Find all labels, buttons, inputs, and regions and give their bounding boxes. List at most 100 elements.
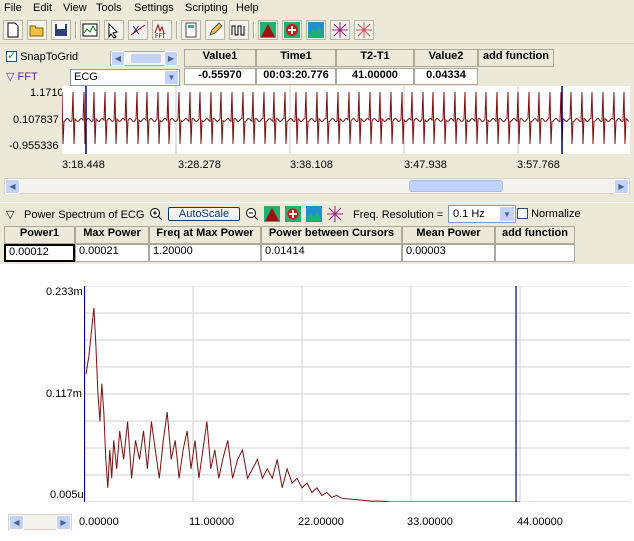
- menu-tools[interactable]: Tools: [96, 2, 122, 14]
- freq-resolution-label: Freq. Resolution =: [353, 209, 444, 221]
- menu-bar: File Edit View Tools Settings Scripting …: [0, 0, 634, 17]
- add-target-icon[interactable]: [282, 20, 302, 40]
- pulse-icon[interactable]: [229, 20, 249, 40]
- ecg-x-tick-2: 3:38.108: [290, 159, 333, 171]
- header-mean-power: Mean Power: [402, 226, 495, 244]
- spectrum-x-tick-1: 11.00000: [189, 516, 235, 528]
- spectrum-y-tick-top: 0.233m: [46, 286, 83, 298]
- spectrum-icon[interactable]: [306, 20, 326, 40]
- max-power-cell[interactable]: 0.00021: [75, 244, 149, 262]
- ecg-y-tick-mid: 0.107837: [13, 114, 59, 126]
- channel-select[interactable]: ECG ▼: [70, 69, 180, 86]
- scroll-right-icon[interactable]: ▶: [164, 51, 178, 66]
- header-t2-t1: T2-T1: [336, 49, 414, 67]
- new-icon[interactable]: [3, 20, 23, 40]
- chevron-down-icon[interactable]: ▼: [164, 70, 179, 85]
- toolbar-separator: [176, 21, 178, 39]
- header-add-function[interactable]: add function: [478, 49, 554, 67]
- header-value1: Value1: [184, 49, 256, 67]
- ecg-y-tick-bottom: -0.955336: [9, 140, 59, 152]
- header-time1: Time1: [256, 49, 336, 67]
- chart-icon[interactable]: [80, 20, 100, 40]
- add-target-icon[interactable]: [285, 206, 301, 222]
- add-function-cell[interactable]: [495, 244, 575, 262]
- top-measurement-bar: SnapToGrid ◀ ▶ Value1 Time1 T2-T1 Value2…: [2, 48, 632, 86]
- marker-icon[interactable]: [354, 20, 374, 40]
- zoom-out-icon[interactable]: [245, 207, 259, 221]
- menu-file[interactable]: File: [4, 2, 22, 14]
- pencil-icon[interactable]: [205, 20, 225, 40]
- scroll-left-icon[interactable]: ◀: [5, 179, 20, 194]
- value2-cell: 0.04334: [414, 68, 478, 85]
- header-power1: Power1: [4, 226, 75, 244]
- open-icon[interactable]: [27, 20, 47, 40]
- cursor-tool-icon[interactable]: [104, 20, 124, 40]
- fft-icon[interactable]: FFT: [152, 20, 172, 40]
- time1-cell: 00:03:20.776: [256, 68, 336, 85]
- channel-select-value: ECG: [74, 71, 98, 83]
- svg-text:X: X: [132, 24, 140, 37]
- scroll-right-icon[interactable]: ▶: [614, 179, 629, 194]
- toolbar-separator: [253, 21, 255, 39]
- value1-cell: -0.55970: [184, 68, 256, 85]
- peak-icon[interactable]: [258, 20, 278, 40]
- normalize-checkbox[interactable]: Normalize: [517, 208, 581, 220]
- checkbox-icon: [517, 208, 528, 219]
- ecg-x-tick-4: 3:57.768: [517, 159, 560, 171]
- scroll-left-icon[interactable]: ◀: [9, 515, 24, 530]
- toolbar-separator: [75, 21, 77, 39]
- spectrum-plot[interactable]: [84, 286, 630, 502]
- menu-help[interactable]: Help: [236, 2, 259, 14]
- spectrum-title: Power Spectrum of ECG: [24, 209, 145, 221]
- freq-resolution-select[interactable]: 0.1 Hz ▼: [448, 205, 516, 223]
- fft-toggle[interactable]: ▽ FFT: [6, 70, 38, 83]
- header-add-function[interactable]: add function: [495, 226, 575, 244]
- ecg-x-tick-3: 3:47.938: [404, 159, 447, 171]
- menu-edit[interactable]: Edit: [33, 2, 52, 14]
- grid-icon[interactable]: [327, 206, 343, 222]
- autoscale-button[interactable]: AutoScale: [168, 207, 240, 221]
- spectrum-x-tick-4: 44.00000: [517, 516, 563, 528]
- header-max-power: Max Power: [75, 226, 149, 244]
- spectrum-toolbar: ▽ Power Spectrum of ECG AutoScale Freq. …: [0, 202, 634, 226]
- ecg-plot[interactable]: [62, 86, 630, 154]
- ecg-x-tick-0: 3:18.448: [62, 159, 105, 171]
- peak-icon[interactable]: [264, 206, 280, 222]
- spectrum-y-tick-mid: 0.117m: [46, 388, 82, 400]
- svg-text:FFT: FFT: [155, 33, 166, 39]
- spectrum-x-tick-3: 33.00000: [407, 516, 453, 528]
- normalize-label: Normalize: [531, 208, 581, 220]
- scroll-right-icon[interactable]: ▶: [56, 515, 71, 530]
- zoom-x-icon[interactable]: X: [128, 20, 148, 40]
- snap-to-grid-checkbox[interactable]: SnapToGrid: [6, 49, 79, 63]
- snap-label: SnapToGrid: [20, 51, 79, 63]
- menu-scripting[interactable]: Scripting: [185, 2, 228, 14]
- scroll-thumb[interactable]: [131, 54, 161, 63]
- header-freq-at-max: Freq at Max Power: [149, 226, 261, 244]
- calculator-icon[interactable]: [181, 20, 201, 40]
- fft-label: FFT: [17, 71, 38, 83]
- scroll-thumb[interactable]: [409, 180, 503, 192]
- spectrum-x-tick-0: 0.00000: [79, 516, 119, 528]
- header-power-between-cursors: Power between Cursors: [261, 226, 402, 244]
- chevron-down-icon[interactable]: ▼: [499, 206, 515, 222]
- ecg-chart-area: 1.17101 0.107837 -0.955336 3:18.448 3:28…: [0, 86, 634, 178]
- scroll-control[interactable]: ◀ ▶: [110, 51, 178, 66]
- mean-power-cell[interactable]: 0.00003: [402, 244, 495, 262]
- ecg-horizontal-scrollbar[interactable]: ◀ ▶: [4, 178, 630, 194]
- freq-at-max-cell[interactable]: 1.20000: [149, 244, 261, 262]
- menu-view[interactable]: View: [63, 2, 87, 14]
- save-icon[interactable]: [51, 20, 71, 40]
- spectrum-scrollbar[interactable]: ◀ ▶: [8, 514, 72, 530]
- power-between-cursors-cell[interactable]: 0.01414: [261, 244, 402, 262]
- zoom-in-icon[interactable]: [149, 207, 163, 221]
- freq-resolution-value: 0.1 Hz: [453, 208, 485, 220]
- grid-icon[interactable]: [330, 20, 350, 40]
- spectrum-table: Power1 Max Power Freq at Max Power Power…: [4, 226, 576, 262]
- header-value2: Value2: [414, 49, 478, 67]
- collapse-triangle-icon[interactable]: ▽: [6, 208, 14, 221]
- scroll-left-icon[interactable]: ◀: [111, 51, 125, 66]
- spectrum-icon[interactable]: [306, 206, 322, 222]
- menu-settings[interactable]: Settings: [134, 2, 174, 14]
- power1-cell[interactable]: 0.00012: [4, 244, 75, 262]
